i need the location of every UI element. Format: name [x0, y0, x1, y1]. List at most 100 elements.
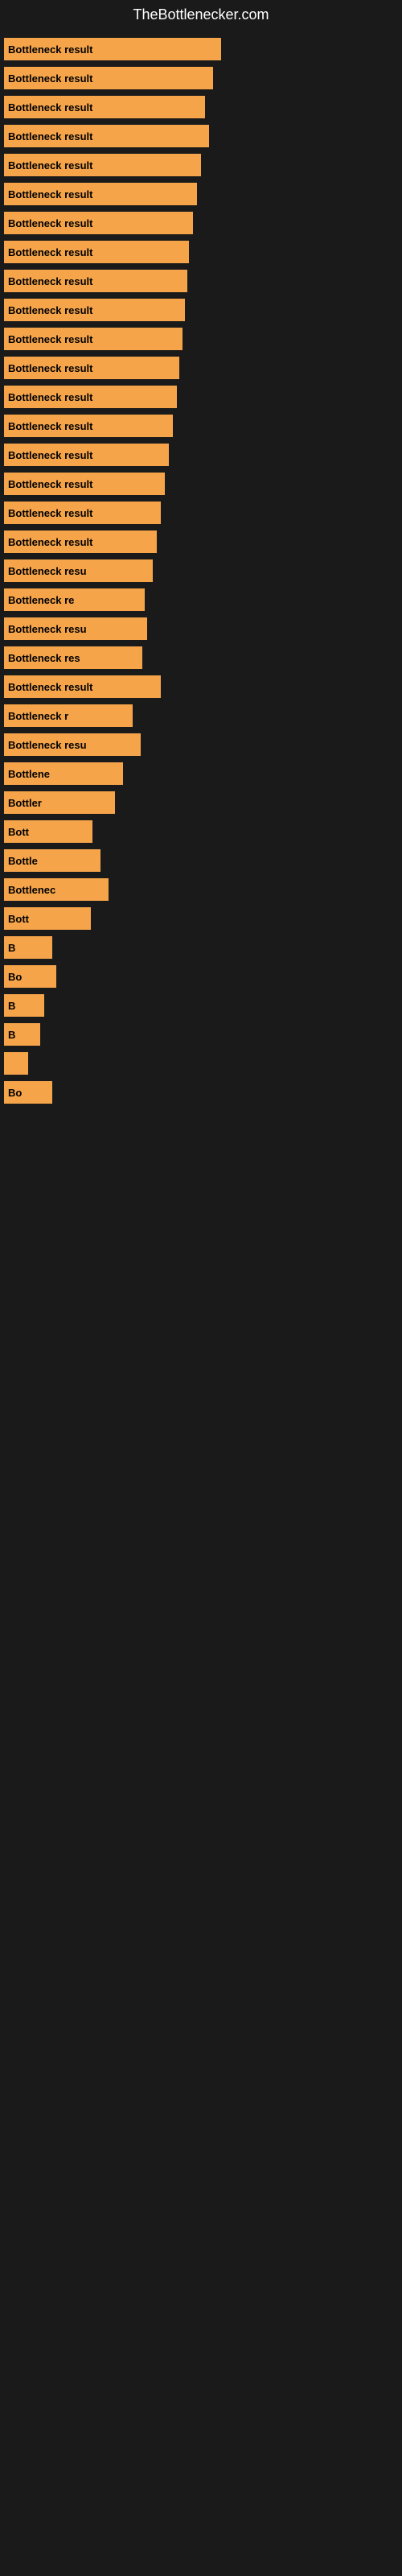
- bar-row: Bottleneck resu: [0, 559, 402, 582]
- bar-14: Bottleneck result: [4, 444, 169, 466]
- bar-31: B: [4, 936, 52, 959]
- bar-row: Bo: [0, 965, 402, 988]
- bar-row: Bottleneck result: [0, 96, 402, 118]
- bar-27: Bott: [4, 820, 92, 843]
- bar-row: Bottleneck result: [0, 386, 402, 408]
- bar-row: Bottleneck resu: [0, 733, 402, 756]
- bar-label-8: Bottleneck result: [8, 275, 92, 287]
- bar-row: Bottleneck result: [0, 154, 402, 176]
- bar-15: Bottleneck result: [4, 473, 165, 495]
- bar-row: Bottleneck result: [0, 212, 402, 234]
- bar-label-1: Bottleneck result: [8, 72, 92, 85]
- bar-label-2: Bottleneck result: [8, 101, 92, 114]
- bar-row: Bottleneck result: [0, 299, 402, 321]
- bar-12: Bottleneck result: [4, 386, 177, 408]
- bar-1: Bottleneck result: [4, 67, 213, 89]
- bar-label-25: Bottlene: [8, 768, 50, 780]
- bar-row: Bottleneck result: [0, 502, 402, 524]
- bar-row: Bottleneck result: [0, 38, 402, 60]
- bar-label-34: B: [8, 1029, 15, 1041]
- bar-label-4: Bottleneck result: [8, 159, 92, 171]
- bar-0: Bottleneck result: [4, 38, 221, 60]
- bar-label-27: Bott: [8, 826, 29, 838]
- bar-label-0: Bottleneck result: [8, 43, 92, 56]
- bar-row: Bottler: [0, 791, 402, 814]
- bar-row: Bottleneck result: [0, 473, 402, 495]
- bar-36: Bo: [4, 1081, 52, 1104]
- bar-label-23: Bottleneck r: [8, 710, 68, 722]
- bar-label-29: Bottlenec: [8, 884, 55, 896]
- bar-row: Bottleneck result: [0, 530, 402, 553]
- bar-17: Bottleneck result: [4, 530, 157, 553]
- bar-label-17: Bottleneck result: [8, 536, 92, 548]
- bar-row: Bott: [0, 820, 402, 843]
- bar-label-30: Bott: [8, 913, 29, 925]
- bar-row: Bottlenec: [0, 878, 402, 901]
- bar-label-16: Bottleneck result: [8, 507, 92, 519]
- bar-5: Bottleneck result: [4, 183, 197, 205]
- bar-row: B: [0, 1023, 402, 1046]
- bar-21: Bottleneck res: [4, 646, 142, 669]
- bar-label-3: Bottleneck result: [8, 130, 92, 142]
- bar-row: Bottleneck result: [0, 415, 402, 437]
- bar-row: B: [0, 936, 402, 959]
- bar-label-33: B: [8, 1000, 15, 1012]
- bar-row: Bottleneck result: [0, 444, 402, 466]
- bar-4: Bottleneck result: [4, 154, 201, 176]
- bar-label-24: Bottleneck resu: [8, 739, 87, 751]
- bar-24: Bottleneck resu: [4, 733, 141, 756]
- bar-label-6: Bottleneck result: [8, 217, 92, 229]
- bar-label-19: Bottleneck re: [8, 594, 74, 606]
- bar-label-11: Bottleneck result: [8, 362, 92, 374]
- bar-label-10: Bottleneck result: [8, 333, 92, 345]
- bar-row: Bott: [0, 907, 402, 930]
- bar-row: Bottleneck result: [0, 241, 402, 263]
- bar-label-15: Bottleneck result: [8, 478, 92, 490]
- bar-label-14: Bottleneck result: [8, 449, 92, 461]
- bar-label-28: Bottle: [8, 855, 38, 867]
- bar-6: Bottleneck result: [4, 212, 193, 234]
- bar-row: Bottleneck result: [0, 328, 402, 350]
- bar-label-12: Bottleneck result: [8, 391, 92, 403]
- bar-16: Bottleneck result: [4, 502, 161, 524]
- bar-label-36: Bo: [8, 1087, 22, 1099]
- bar-label-9: Bottleneck result: [8, 304, 92, 316]
- bar-row: Bo: [0, 1081, 402, 1104]
- bar-row: Bottleneck result: [0, 125, 402, 147]
- bar-label-13: Bottleneck result: [8, 420, 92, 432]
- bar-26: Bottler: [4, 791, 115, 814]
- bar-row: [0, 1052, 402, 1075]
- bar-label-5: Bottleneck result: [8, 188, 92, 200]
- bar-row: Bottleneck re: [0, 588, 402, 611]
- bar-row: Bottleneck result: [0, 357, 402, 379]
- bar-row: Bottlene: [0, 762, 402, 785]
- bar-18: Bottleneck resu: [4, 559, 153, 582]
- bar-20: Bottleneck resu: [4, 617, 147, 640]
- bar-label-18: Bottleneck resu: [8, 565, 87, 577]
- bar-row: Bottleneck result: [0, 675, 402, 698]
- bar-3: Bottleneck result: [4, 125, 209, 147]
- bar-33: B: [4, 994, 44, 1017]
- bar-label-31: B: [8, 942, 15, 954]
- bar-row: Bottle: [0, 849, 402, 872]
- bar-8: Bottleneck result: [4, 270, 187, 292]
- bar-22: Bottleneck result: [4, 675, 161, 698]
- bar-11: Bottleneck result: [4, 357, 179, 379]
- bar-7: Bottleneck result: [4, 241, 189, 263]
- bar-30: Bott: [4, 907, 91, 930]
- bar-13: Bottleneck result: [4, 415, 173, 437]
- bar-row: Bottleneck r: [0, 704, 402, 727]
- bar-10: Bottleneck result: [4, 328, 183, 350]
- site-title: TheBottlenecker.com: [0, 0, 402, 30]
- bar-9: Bottleneck result: [4, 299, 185, 321]
- bar-row: Bottleneck result: [0, 270, 402, 292]
- bar-34: B: [4, 1023, 40, 1046]
- bar-row: Bottleneck result: [0, 183, 402, 205]
- bar-23: Bottleneck r: [4, 704, 133, 727]
- bar-28: Bottle: [4, 849, 100, 872]
- bar-row: Bottleneck res: [0, 646, 402, 669]
- bar-label-21: Bottleneck res: [8, 652, 80, 664]
- bar-35: [4, 1052, 28, 1075]
- bar-row: Bottleneck result: [0, 67, 402, 89]
- bar-2: Bottleneck result: [4, 96, 205, 118]
